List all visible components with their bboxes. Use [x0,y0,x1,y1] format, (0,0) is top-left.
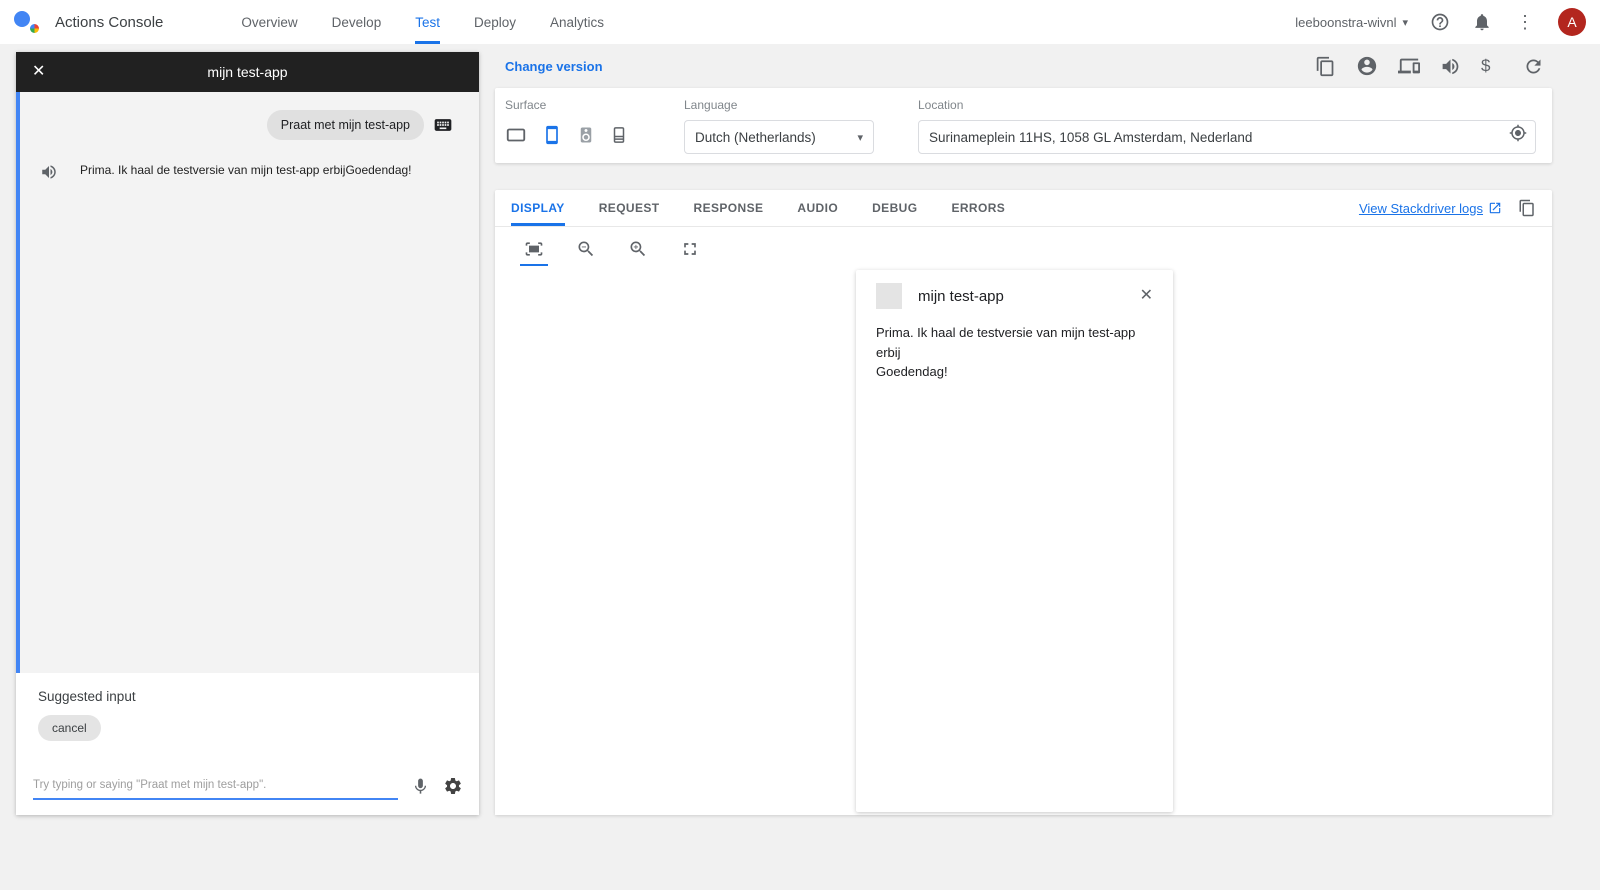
notifications-bell-icon[interactable] [1472,12,1492,32]
preview-body-line: Prima. Ik haal de testversie van mijn te… [876,323,1153,362]
account-circle-icon[interactable] [1356,55,1378,77]
tab-debug[interactable]: DEBUG [872,190,917,226]
help-icon[interactable] [1430,12,1450,32]
stackdriver-logs-link[interactable]: View Stackdriver logs [1359,201,1502,216]
microphone-icon[interactable] [411,777,430,796]
surface-label: Surface [505,98,640,112]
nav-develop[interactable]: Develop [332,0,382,44]
preview-card-title: mijn test-app [918,288,1140,305]
simulator-settings-card: Surface Language [495,88,1552,163]
zoom-in-icon[interactable] [624,237,652,266]
location-label: Location [918,98,1536,112]
user-message-row: Praat met mijn test-app [20,110,479,140]
copy-icon[interactable] [1518,199,1536,217]
assistant-message-row: Prima. Ik haal de testversie van mijn te… [20,162,479,181]
fit-screen-icon[interactable] [520,237,548,266]
chat-area: Praat met mijn test-app Prima. Ik haal d… [16,92,479,673]
preview-card-body: Prima. Ik haal de testversie van mijn te… [856,317,1173,382]
simulator-title: mijn test-app [16,64,479,80]
assistant-logo-icon [14,9,41,36]
close-icon[interactable]: ✕ [1140,288,1153,304]
nav-analytics[interactable]: Analytics [550,0,604,44]
suggested-input-label: Suggested input [38,689,479,704]
result-tabs: DISPLAY REQUEST RESPONSE AUDIO DEBUG ERR… [495,190,1552,227]
tab-response[interactable]: RESPONSE [694,190,764,226]
user-avatar[interactable]: A [1558,8,1586,36]
tab-errors[interactable]: ERRORS [951,190,1005,226]
user-message-bubble: Praat met mijn test-app [267,110,424,140]
top-header: Actions Console Overview Develop Test De… [0,0,1600,44]
phone-surface-icon[interactable] [542,125,562,145]
simulator-input-bar [16,769,479,815]
app-avatar-placeholder [876,283,902,309]
language-label: Language [684,98,874,112]
my-location-icon[interactable] [1509,124,1527,142]
simulator-text-input[interactable] [33,773,398,800]
preview-body-line: Goedendag! [876,362,1153,382]
nav-test[interactable]: Test [415,0,440,44]
tabs-right-actions: View Stackdriver logs [1359,190,1536,226]
refresh-icon[interactable] [1523,56,1544,77]
speaker-icon[interactable] [40,163,58,181]
account-name: leeboonstra-wivnl [1295,15,1396,30]
change-version-link[interactable]: Change version [505,59,603,74]
smart-display-surface-icon[interactable] [505,124,527,146]
display-toolbar [495,227,1552,266]
nav-deploy[interactable]: Deploy [474,0,516,44]
zoom-out-icon[interactable] [572,237,600,266]
app-title: Actions Console [55,14,163,31]
monetization-icon[interactable]: $ [1481,56,1503,76]
results-panel: DISPLAY REQUEST RESPONSE AUDIO DEBUG ERR… [495,190,1552,815]
devices-icon[interactable] [1398,55,1420,77]
close-icon[interactable]: ✕ [32,64,45,80]
tab-request[interactable]: REQUEST [599,190,660,226]
suggestion-chip-cancel[interactable]: cancel [38,715,101,741]
page-content: ✕ mijn test-app Praat met mijn test-app … [0,44,1600,890]
keyboard-icon[interactable] [433,115,453,135]
surface-options [505,124,640,146]
location-input[interactable] [918,120,1536,154]
settings-gear-icon[interactable] [443,776,463,796]
volume-icon[interactable] [1440,56,1461,77]
copy-request-icon[interactable] [1315,56,1336,77]
workspace-toolbar: Change version $ [495,44,1552,88]
stackdriver-logs-label: View Stackdriver logs [1359,201,1483,216]
suggested-input-section: Suggested input cancel [16,673,479,769]
feature-phone-surface-icon[interactable] [610,126,628,144]
device-preview-card: mijn test-app ✕ Prima. Ik haal de testve… [856,270,1173,812]
chevron-down-icon: ▾ [857,131,863,144]
language-selected-value: Dutch (Netherlands) [695,130,816,145]
workspace-icons: $ [1315,55,1544,77]
language-group: Language Dutch (Netherlands) ▾ [684,98,874,163]
fullscreen-icon[interactable] [676,237,704,266]
account-selector[interactable]: leeboonstra-wivnl ▾ [1295,15,1408,30]
assistant-message-text: Prima. Ik haal de testversie van mijn te… [80,162,412,179]
surface-group: Surface [505,98,640,163]
more-options-icon[interactable]: ⋮ [1514,12,1536,33]
test-workspace: Change version $ [495,44,1552,890]
display-tab-content: mijn test-app ✕ Prima. Ik haal de testve… [495,227,1552,815]
main-nav: Overview Develop Test Deploy Analytics [241,0,604,44]
tab-display[interactable]: DISPLAY [511,190,565,226]
header-actions: leeboonstra-wivnl ▾ ⋮ A [1295,8,1586,36]
chevron-down-icon: ▾ [1402,16,1408,29]
tab-audio[interactable]: AUDIO [797,190,838,226]
simulator-panel: ✕ mijn test-app Praat met mijn test-app … [16,52,479,815]
assistant-logo-big-dot [14,11,30,27]
nav-overview[interactable]: Overview [241,0,297,44]
location-group: Location [918,98,1536,163]
speaker-surface-icon[interactable] [577,126,595,144]
language-select[interactable]: Dutch (Netherlands) ▾ [684,120,874,154]
open-in-new-icon [1488,201,1502,215]
assistant-logo-small-dot [30,24,39,33]
preview-card-header: mijn test-app ✕ [856,270,1173,317]
simulator-header: ✕ mijn test-app [16,52,479,92]
